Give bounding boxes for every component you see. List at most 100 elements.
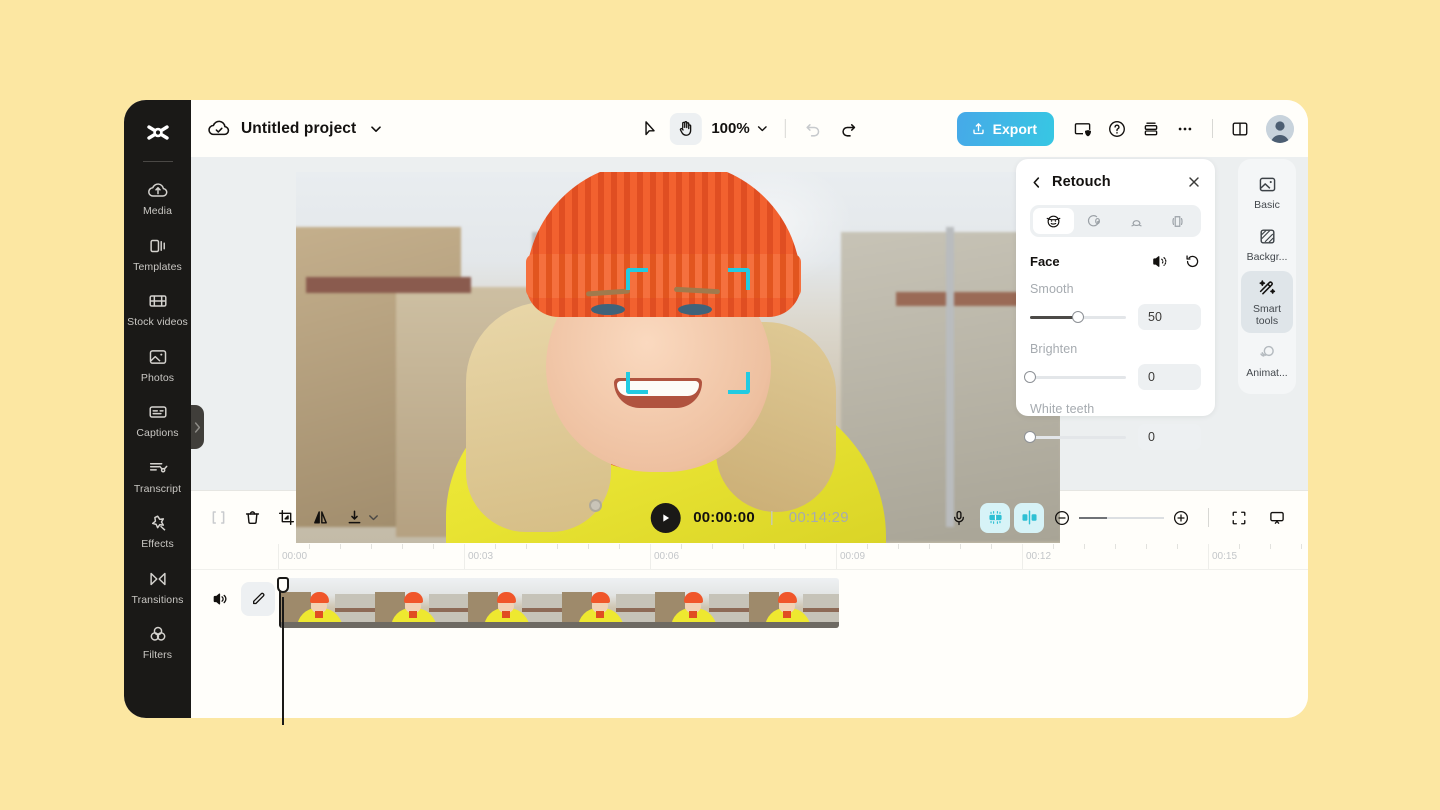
dock-item-smart-tools[interactable]: Smart tools [1241,271,1293,333]
fit-screen-button[interactable] [1222,501,1256,535]
cloud-check-icon[interactable] [207,117,231,141]
ruler-minor-tick [402,544,403,549]
layers-button[interactable] [1135,113,1167,145]
delete-button[interactable] [235,501,269,535]
brighten-value-input[interactable]: 0 [1138,364,1201,390]
close-icon[interactable] [1187,175,1201,189]
zoom-level-control[interactable]: 100% [711,120,768,137]
sidebar-item-captions[interactable]: Captions [124,392,191,448]
track-volume-button[interactable] [203,582,237,616]
plus-circle-icon[interactable] [1172,509,1190,527]
white-teeth-value-input[interactable]: 0 [1138,424,1201,450]
crop-button[interactable] [269,501,303,535]
sidebar-item-label: Transcript [133,482,182,495]
sidebar-item-effects[interactable]: Effects [124,503,191,559]
hand-tool-button[interactable] [669,112,702,145]
retouch-panel-header: Retouch [1030,172,1201,192]
sidebar-item-label: Stock videos [127,316,188,328]
background-icon [1259,229,1275,244]
canvas-tool-group: 100% [634,112,865,145]
sidebar-divider [142,161,173,162]
select-tool-button[interactable] [634,113,666,145]
tool-dock: Basic Backgr... Smart tools Animat... [1238,159,1296,394]
toolbar-divider [1212,119,1213,138]
privacy-button[interactable] [1067,113,1099,145]
tab-body[interactable] [1157,208,1198,234]
film-strip-icon [147,290,169,312]
sidebar-item-label: Captions [136,427,179,439]
tab-eyes[interactable] [1074,208,1115,234]
tab-face[interactable] [1033,208,1075,234]
split-button[interactable] [201,501,235,535]
photos-icon [147,346,169,368]
export-button[interactable]: Export [956,111,1054,146]
preview-monitor-button[interactable] [1260,501,1294,535]
ruler-label: 00:00 [282,551,308,562]
ruler-minor-tick [991,544,992,549]
chevron-left-icon[interactable] [1030,176,1043,189]
ruler-minor-tick [1177,544,1178,549]
video-preview[interactable] [296,172,1060,543]
dock-item-label: Animat... [1246,367,1288,379]
avatar[interactable] [1266,114,1294,143]
split-clip-button[interactable] [1014,502,1044,533]
dock-item-basic[interactable]: Basic [1241,167,1293,217]
timeline-ruler[interactable]: 00:00 00:03 00:06 00:09 00:12 00:15 [191,544,1308,570]
tab-nose[interactable] [1116,208,1157,234]
sidebar-item-filters[interactable]: Filters [124,614,191,670]
capcut-logo-icon[interactable] [141,117,175,151]
sidebar-item-label: Photos [140,371,175,384]
white-teeth-value: 0 [1148,430,1155,444]
timeline-playhead[interactable] [277,577,289,725]
sidebar-item-transcript[interactable]: Transcript [124,448,191,504]
timeline-clip[interactable] [279,578,839,628]
layout-button[interactable] [1224,113,1256,145]
sidebar-collapse-handle[interactable] [191,405,204,449]
timeline-toolbar: 00:00:00 | 00:14:29 [191,491,1308,544]
minus-circle-icon[interactable] [1053,509,1071,527]
playhead-handle[interactable] [277,577,289,593]
white-teeth-slider-track[interactable] [1024,431,1126,443]
smooth-slider-knob[interactable] [1072,311,1084,323]
smooth-value-input[interactable]: 50 [1138,304,1201,330]
more-button[interactable] [1169,113,1201,145]
slider-row-brighten: Brighten 0 [1024,342,1201,390]
animation-icon [1259,345,1274,357]
sidebar-item-label: Media [142,205,173,217]
download-button[interactable] [337,501,371,535]
sidebar-item-transitions[interactable]: Transitions [124,559,191,615]
white-teeth-slider-knob[interactable] [1024,431,1036,443]
transcript-icon [147,457,169,479]
record-voice-button[interactable] [942,501,976,535]
templates-icon [147,235,169,257]
track-edit-button[interactable] [241,582,275,616]
dock-item-background[interactable]: Backgr... [1241,219,1293,269]
mirror-button[interactable] [303,501,337,535]
reset-icon[interactable] [1184,253,1201,270]
chevron-down-icon[interactable] [369,122,383,136]
timeline-panel: 00:00:00 | 00:14:29 00:00 00:03 00:06 00… [191,490,1308,718]
ruler-minor-tick [1146,544,1147,549]
dock-item-animation[interactable]: Animat... [1241,335,1293,385]
zoom-slider-track[interactable] [1079,516,1164,519]
face-detection-overlay[interactable] [626,268,750,394]
sidebar-item-templates[interactable]: Templates [124,226,191,282]
sidebar-item-photos[interactable]: Photos [124,337,191,393]
auto-cut-button[interactable] [980,502,1010,533]
sidebar-item-media[interactable]: Media [124,170,191,226]
ruler-minor-tick [743,544,744,549]
smooth-slider-track[interactable] [1030,311,1126,323]
ruler-minor-tick [1270,544,1271,549]
brighten-slider-track[interactable] [1024,371,1126,383]
play-button[interactable] [650,502,681,533]
track-controls [191,582,275,616]
download-caret-icon[interactable] [367,511,380,524]
face-box-corner-bl [626,372,648,394]
help-button[interactable] [1101,113,1133,145]
image-basic-icon [1259,177,1275,192]
undo-button[interactable] [798,113,830,145]
compare-icon[interactable] [1151,253,1168,270]
redo-button[interactable] [833,113,865,145]
sidebar-item-stock-videos[interactable]: Stock videos [124,281,191,337]
brighten-slider-knob[interactable] [1024,371,1036,383]
